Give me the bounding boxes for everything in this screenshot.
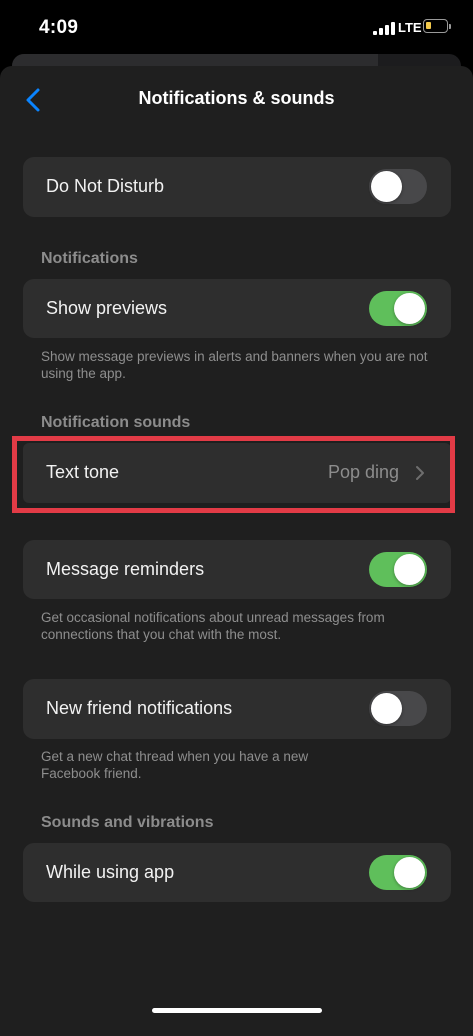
dnd-label: Do Not Disturb bbox=[46, 176, 165, 196]
show-previews-label: Show previews bbox=[46, 298, 168, 318]
new-friend-row[interactable]: New friend notifications bbox=[23, 679, 451, 739]
dnd-row[interactable]: Do Not Disturb bbox=[23, 157, 451, 217]
message-reminders-toggle[interactable] bbox=[369, 552, 427, 587]
battery-icon bbox=[423, 19, 448, 33]
message-reminders-row[interactable]: Message reminders bbox=[23, 540, 451, 599]
home-indicator[interactable] bbox=[152, 1008, 322, 1013]
status-bar: 4:09 LTE bbox=[0, 0, 473, 56]
highlight-box bbox=[12, 436, 455, 513]
new-friend-footnote: Get a new chat thread when you have a ne… bbox=[41, 749, 309, 781]
sounds-vibrations-header: Sounds and vibrations bbox=[41, 814, 214, 831]
status-time: 4:09 bbox=[39, 17, 79, 38]
message-reminders-label: Message reminders bbox=[46, 559, 205, 579]
while-using-app-toggle[interactable] bbox=[369, 855, 427, 890]
while-using-app-label: While using app bbox=[46, 862, 175, 882]
dnd-toggle[interactable] bbox=[369, 169, 427, 204]
signal-icon bbox=[373, 22, 395, 35]
notification-sounds-header: Notification sounds bbox=[41, 414, 191, 431]
show-previews-toggle[interactable] bbox=[369, 291, 427, 326]
while-using-app-row[interactable]: While using app bbox=[23, 843, 451, 902]
notifications-header: Notifications bbox=[41, 250, 138, 267]
battery-cap bbox=[449, 24, 451, 29]
page-title: Notifications & sounds bbox=[138, 88, 335, 108]
new-friend-toggle[interactable] bbox=[369, 691, 427, 726]
nav-bar: Notifications & sounds bbox=[0, 66, 473, 132]
network-type: LTE bbox=[398, 20, 422, 35]
message-reminders-footnote: Get occasional notifications about unrea… bbox=[41, 610, 385, 642]
new-friend-label: New friend notifications bbox=[46, 698, 233, 718]
show-previews-footnote: Show message previews in alerts and bann… bbox=[41, 349, 428, 381]
show-previews-row[interactable]: Show previews bbox=[23, 279, 451, 338]
